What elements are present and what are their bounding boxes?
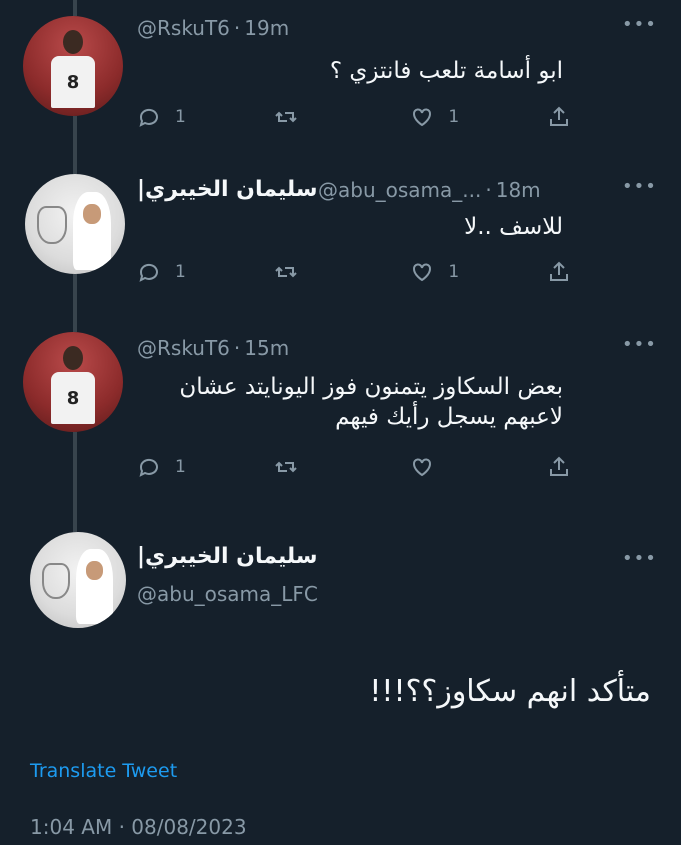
- tweet-actions: 1 1: [137, 105, 571, 129]
- reply-icon: [139, 108, 158, 127]
- heart-icon: [413, 263, 432, 282]
- more-options-icon[interactable]: •••: [622, 334, 657, 355]
- tweet-actions: 1: [137, 455, 571, 479]
- thread-line: [73, 116, 77, 174]
- reply-button[interactable]: 1: [137, 260, 237, 284]
- retweet-button[interactable]: [274, 105, 374, 129]
- share-icon: [549, 261, 568, 281]
- tweet-handle[interactable]: @RskuT6 · 15m: [137, 336, 289, 360]
- more-options-icon[interactable]: •••: [622, 176, 657, 197]
- tweet-handle[interactable]: @abu_osama_... · 18m: [318, 178, 541, 202]
- heart-icon: [413, 458, 432, 477]
- reply-icon: [139, 458, 158, 477]
- reply-button[interactable]: 1: [137, 105, 237, 129]
- reply-button[interactable]: 1: [137, 455, 237, 479]
- share-button[interactable]: [547, 260, 571, 284]
- tweet-actions: 1 1: [137, 260, 571, 284]
- reply-icon: [139, 263, 158, 282]
- share-button[interactable]: [547, 105, 571, 129]
- share-icon: [549, 106, 568, 126]
- main-tweet-handle[interactable]: @abu_osama_LFC: [137, 582, 318, 606]
- retweet-icon: [274, 111, 297, 123]
- like-button[interactable]: [410, 455, 510, 479]
- avatar[interactable]: 8: [23, 332, 123, 432]
- retweet-button[interactable]: [274, 455, 374, 479]
- translate-tweet-link[interactable]: Translate Tweet: [30, 760, 177, 782]
- tweet-text: ابو أسامة تلعب فانتزي ؟: [329, 58, 563, 84]
- retweet-icon: [274, 266, 297, 278]
- like-button[interactable]: 1: [410, 105, 510, 129]
- thread-line: [73, 0, 77, 16]
- share-icon: [549, 456, 568, 476]
- thread-line: [73, 432, 77, 532]
- avatar[interactable]: 8: [23, 16, 123, 116]
- avatar[interactable]: [25, 174, 125, 274]
- share-button[interactable]: [547, 455, 571, 479]
- thread-line: [73, 274, 77, 332]
- heart-icon: [413, 108, 432, 127]
- avatar[interactable]: [30, 532, 126, 628]
- tweet-text: بعض السكاوز يتمنون فوز اليونايتد عشان لا…: [179, 374, 563, 430]
- more-options-icon[interactable]: •••: [622, 14, 657, 35]
- tweet-handle[interactable]: @RskuT6 · 19m: [137, 16, 289, 40]
- retweet-button[interactable]: [274, 260, 374, 284]
- main-tweet-author-name[interactable]: سليمان الخيبري|: [137, 544, 318, 569]
- tweet-timestamp[interactable]: 1:04 AM · 08/08/2023: [30, 815, 247, 839]
- tweet-author-name[interactable]: سليمان الخيبري|: [137, 177, 318, 202]
- like-button[interactable]: 1: [410, 260, 510, 284]
- more-options-icon[interactable]: •••: [622, 548, 657, 569]
- retweet-icon: [274, 461, 297, 473]
- main-tweet-text: متأكد انهم سكاوز؟؟!!!: [369, 674, 651, 709]
- tweet-text: للاسف ..لا: [464, 214, 563, 240]
